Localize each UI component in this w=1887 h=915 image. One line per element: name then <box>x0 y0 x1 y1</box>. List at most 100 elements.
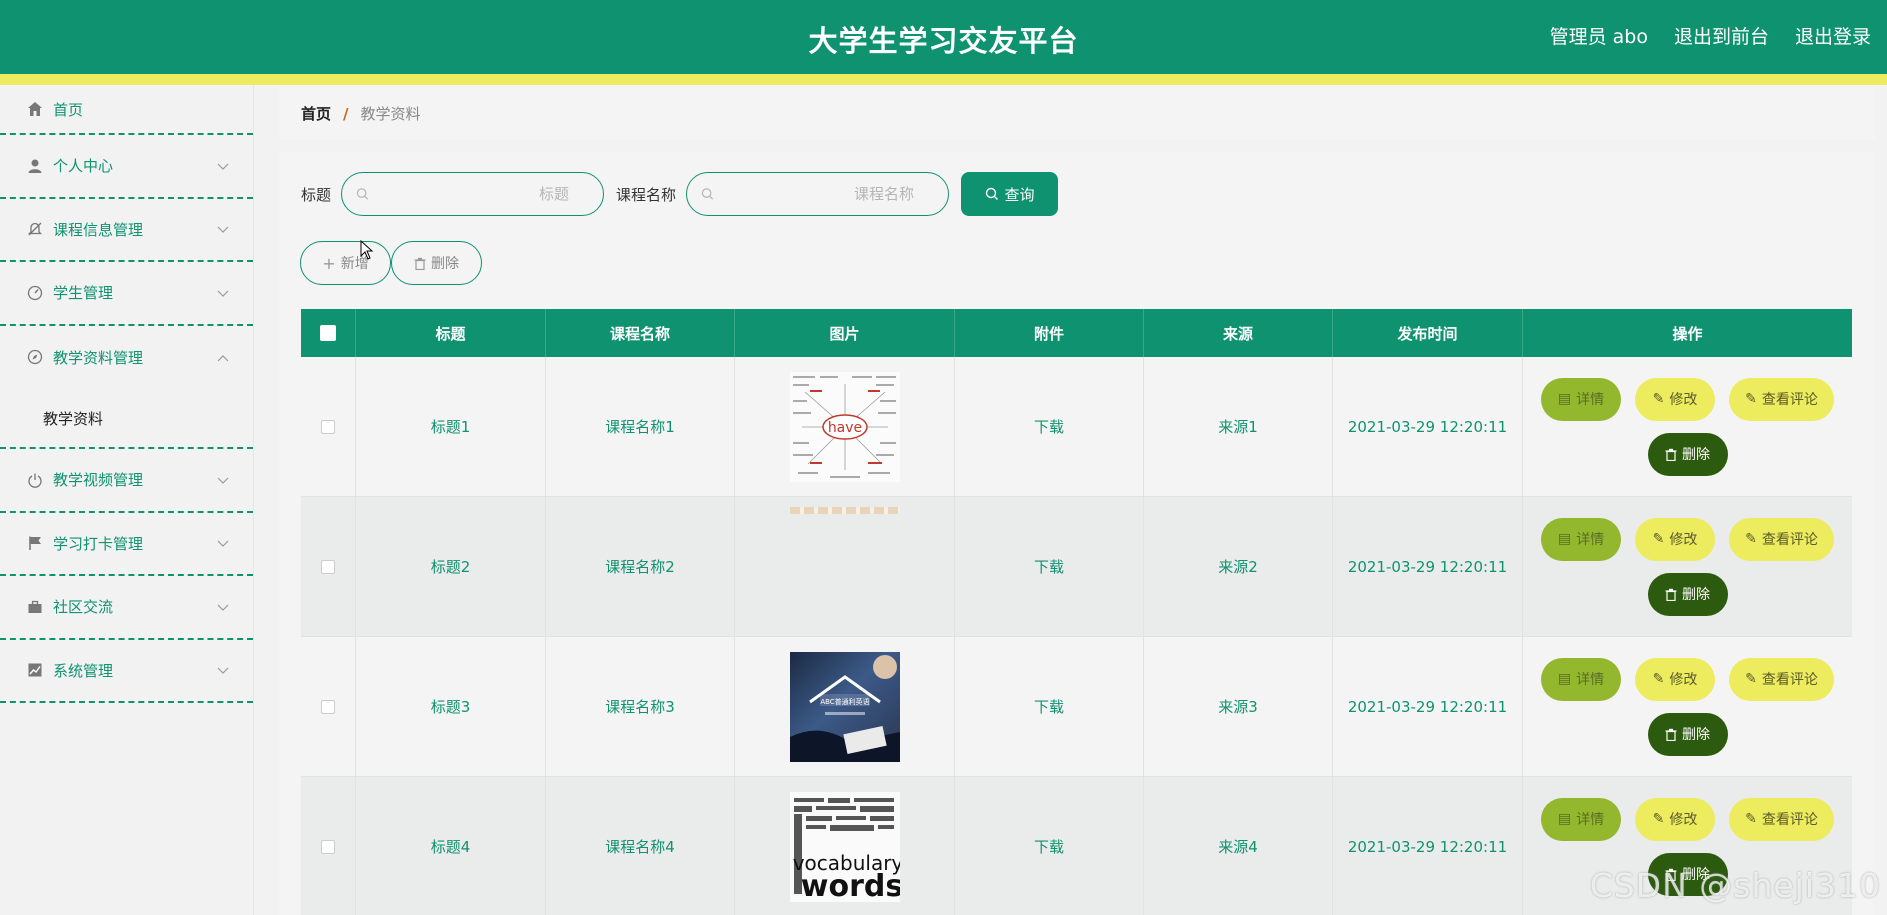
chevron-down-icon <box>217 471 229 489</box>
pencil-icon: ✎ <box>1652 811 1665 827</box>
column-header-title[interactable]: 标题 <box>356 309 546 357</box>
view-comments-button-label: 查看评论 <box>1761 812 1818 828</box>
sidebar-item-label: 系统管理 <box>53 661 114 680</box>
row-source: 来源4 <box>1144 777 1333 915</box>
title-search-field <box>341 172 605 216</box>
sidebar-item-system[interactable]: 系统管理 <box>0 640 253 703</box>
pencil-icon: ✎ <box>1652 671 1665 687</box>
row-actions: ▤ 详情 ✎ 修改 ✎ 查看评论 删除 <box>1523 637 1852 776</box>
pencil-icon: ✎ <box>1652 531 1665 547</box>
column-header-actions: 操作 <box>1672 324 1703 343</box>
view-comments-button[interactable]: ✎ 查看评论 <box>1729 377 1834 421</box>
course-search-input[interactable] <box>714 185 935 203</box>
gauge-icon <box>26 284 43 301</box>
row-title: 标题2 <box>356 497 546 636</box>
row-delete-button-label: 删除 <box>1682 447 1710 463</box>
flag-icon <box>26 535 43 552</box>
row-checkbox[interactable] <box>321 839 335 854</box>
materials-table: 标题 课程名称 图片 附件 来源 发布时间 操作 标题1 课程名称1 have … <box>301 309 1852 915</box>
row-source: 来源2 <box>1144 497 1333 636</box>
row-delete-button-label: 删除 <box>1682 587 1710 603</box>
vocabulary-words-thumbnail[interactable]: vocabulary words <box>789 791 900 902</box>
briefcase-icon <box>26 598 43 615</box>
view-comments-button[interactable]: ✎ 查看评论 <box>1729 797 1834 841</box>
detail-button[interactable]: ▤ 详情 <box>1541 797 1621 841</box>
admin-user-link[interactable]: 管理员 abo <box>1550 22 1648 49</box>
sidebar-item-students[interactable]: 学生管理 <box>0 262 253 326</box>
row-source: 来源1 <box>1144 357 1333 496</box>
edit-button[interactable]: ✎ 修改 <box>1635 657 1715 701</box>
view-comments-button[interactable]: ✎ 查看评论 <box>1729 517 1834 561</box>
sidebar: 首页 个人中心 课程信息管理 学生管理 教学资料管理 教学资料 教学视频管理 学… <box>0 85 254 915</box>
row-select-cell <box>301 637 356 776</box>
sidebar-item-personal-center[interactable]: 个人中心 <box>0 135 253 199</box>
row-select-cell <box>301 777 356 915</box>
detail-button-label: 详情 <box>1576 532 1605 548</box>
sidebar-item-course-info[interactable]: 课程信息管理 <box>0 199 253 262</box>
view-comments-button[interactable]: ✎ 查看评论 <box>1729 657 1834 701</box>
watermark: CSDN @sheji310 <box>1589 866 1881 905</box>
sidebar-subitem-teaching-materials[interactable]: 教学资料 <box>0 389 253 449</box>
sidebar-item-teaching-materials[interactable]: 教学资料管理 <box>0 326 253 390</box>
sidebar-item-study-checkin[interactable]: 学习打卡管理 <box>0 513 253 576</box>
row-attachment-download[interactable]: 下载 <box>955 777 1144 915</box>
row-delete-button[interactable]: 删除 <box>1647 712 1728 756</box>
row-checkbox[interactable] <box>321 419 335 434</box>
column-header-course[interactable]: 课程名称 <box>546 309 735 357</box>
trash-icon <box>1665 588 1677 601</box>
document-icon: ▤ <box>1557 671 1572 687</box>
breadcrumb-current: 教学资料 <box>360 105 421 123</box>
edit-button[interactable]: ✎ 修改 <box>1635 797 1715 841</box>
thumbnail-word-have: have <box>827 420 861 436</box>
detail-button[interactable]: ▤ 详情 <box>1541 377 1621 421</box>
course-search-field <box>686 172 950 216</box>
select-all-checkbox[interactable] <box>320 325 336 341</box>
edit-button[interactable]: ✎ 修改 <box>1635 377 1715 421</box>
detail-button[interactable]: ▤ 详情 <box>1541 517 1621 561</box>
pencil-icon: ✎ <box>1745 531 1757 547</box>
breadcrumb-home[interactable]: 首页 <box>301 103 331 124</box>
row-checkbox[interactable] <box>321 699 335 714</box>
column-header-publish-time[interactable]: 发布时间 <box>1333 309 1523 357</box>
logout-link[interactable]: 退出登录 <box>1795 22 1871 49</box>
sidebar-item-label: 社区交流 <box>53 598 114 617</box>
sidebar-item-community[interactable]: 社区交流 <box>0 576 253 640</box>
sidebar-item-teaching-videos[interactable]: 教学视频管理 <box>0 449 253 513</box>
chevron-up-icon <box>217 348 229 366</box>
document-icon: ▤ <box>1557 531 1572 547</box>
sidebar-item-label: 个人中心 <box>53 157 114 176</box>
plus-icon: + <box>322 253 336 273</box>
column-header-source[interactable]: 来源 <box>1144 309 1333 357</box>
edit-button-label: 修改 <box>1669 392 1698 408</box>
course-filter-label: 课程名称 <box>616 185 677 204</box>
bulk-delete-button[interactable]: 删除 <box>391 241 482 285</box>
document-icon: ▤ <box>1557 811 1572 827</box>
sidebar-item-home[interactable]: 首页 <box>0 85 253 135</box>
search-icon <box>356 188 369 200</box>
query-button[interactable]: 查询 <box>961 172 1059 216</box>
row-image-cell <box>735 497 955 636</box>
row-attachment-download[interactable]: 下载 <box>955 637 1144 776</box>
view-comments-button-label: 查看评论 <box>1761 672 1818 688</box>
row-title: 标题3 <box>356 637 546 776</box>
row-image-cell: vocabulary words <box>735 777 955 915</box>
row-course: 课程名称4 <box>546 777 735 915</box>
add-button[interactable]: + 新增 <box>300 241 391 285</box>
detail-button[interactable]: ▤ 详情 <box>1541 657 1621 701</box>
row-checkbox[interactable] <box>321 559 335 574</box>
back-to-front-link[interactable]: 退出到前台 <box>1674 22 1769 49</box>
search-form: 标题 课程名称 查询 <box>301 172 1059 216</box>
row-attachment-download[interactable]: 下载 <box>955 357 1144 496</box>
blank-strip-thumbnail[interactable] <box>789 507 900 514</box>
home-icon <box>26 101 43 118</box>
title-search-input[interactable] <box>369 185 590 203</box>
word-map-thumbnail[interactable]: have <box>789 371 900 482</box>
chevron-down-icon <box>217 157 229 175</box>
row-delete-button[interactable]: 删除 <box>1647 572 1728 616</box>
pencil-icon: ✎ <box>1652 391 1665 407</box>
edit-button[interactable]: ✎ 修改 <box>1635 517 1715 561</box>
row-attachment-download[interactable]: 下载 <box>955 497 1144 636</box>
row-delete-button[interactable]: 删除 <box>1647 432 1728 476</box>
chevron-down-icon <box>217 284 229 302</box>
book-photo-thumbnail[interactable]: ABC普通利英语 <box>789 651 900 762</box>
